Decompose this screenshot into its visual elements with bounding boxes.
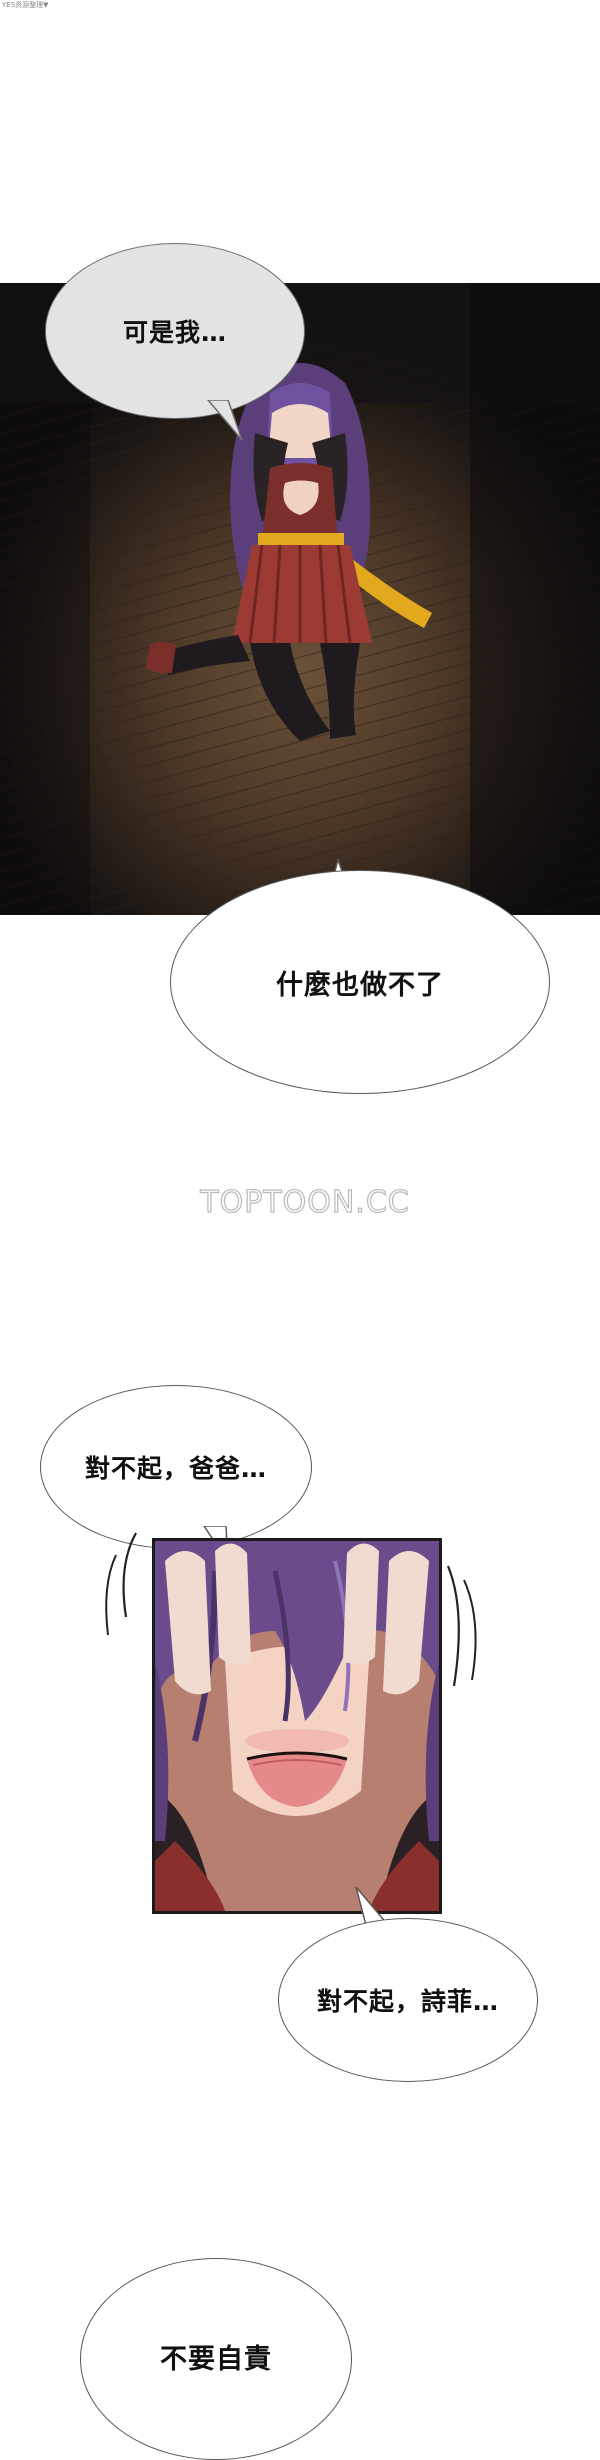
- shake-lines-right: [446, 1565, 477, 1687]
- speech-bubble-1-text: 可是我…: [122, 318, 227, 347]
- covering-face-panel: [152, 1538, 442, 1914]
- speech-bubble-5-text: 不要自責: [160, 2344, 272, 2375]
- page-caption: YES资源整理▼: [2, 1, 49, 9]
- speech-bubble-3: 對不起，爸爸…: [40, 1385, 312, 1549]
- covering-face-illustration: [155, 1541, 439, 1911]
- speech-bubble-1: 可是我…: [45, 243, 305, 419]
- speech-bubble-2-text: 什麼也做不了: [276, 969, 444, 1001]
- speech-bubble-4-text: 對不起，詩菲…: [316, 1987, 499, 2016]
- speech-bubble-3-text: 對不起，爸爸…: [84, 1454, 267, 1483]
- speech-bubble-1-tail: [206, 398, 243, 441]
- speech-bubble-4: 對不起，詩菲…: [278, 1918, 538, 2082]
- shake-lines-left: [105, 1532, 137, 1636]
- speech-bubble-5: 不要自責: [80, 2258, 352, 2460]
- speech-bubble-2: 什麼也做不了: [170, 870, 550, 1094]
- watermark: TOPTOON.CC: [200, 1184, 410, 1220]
